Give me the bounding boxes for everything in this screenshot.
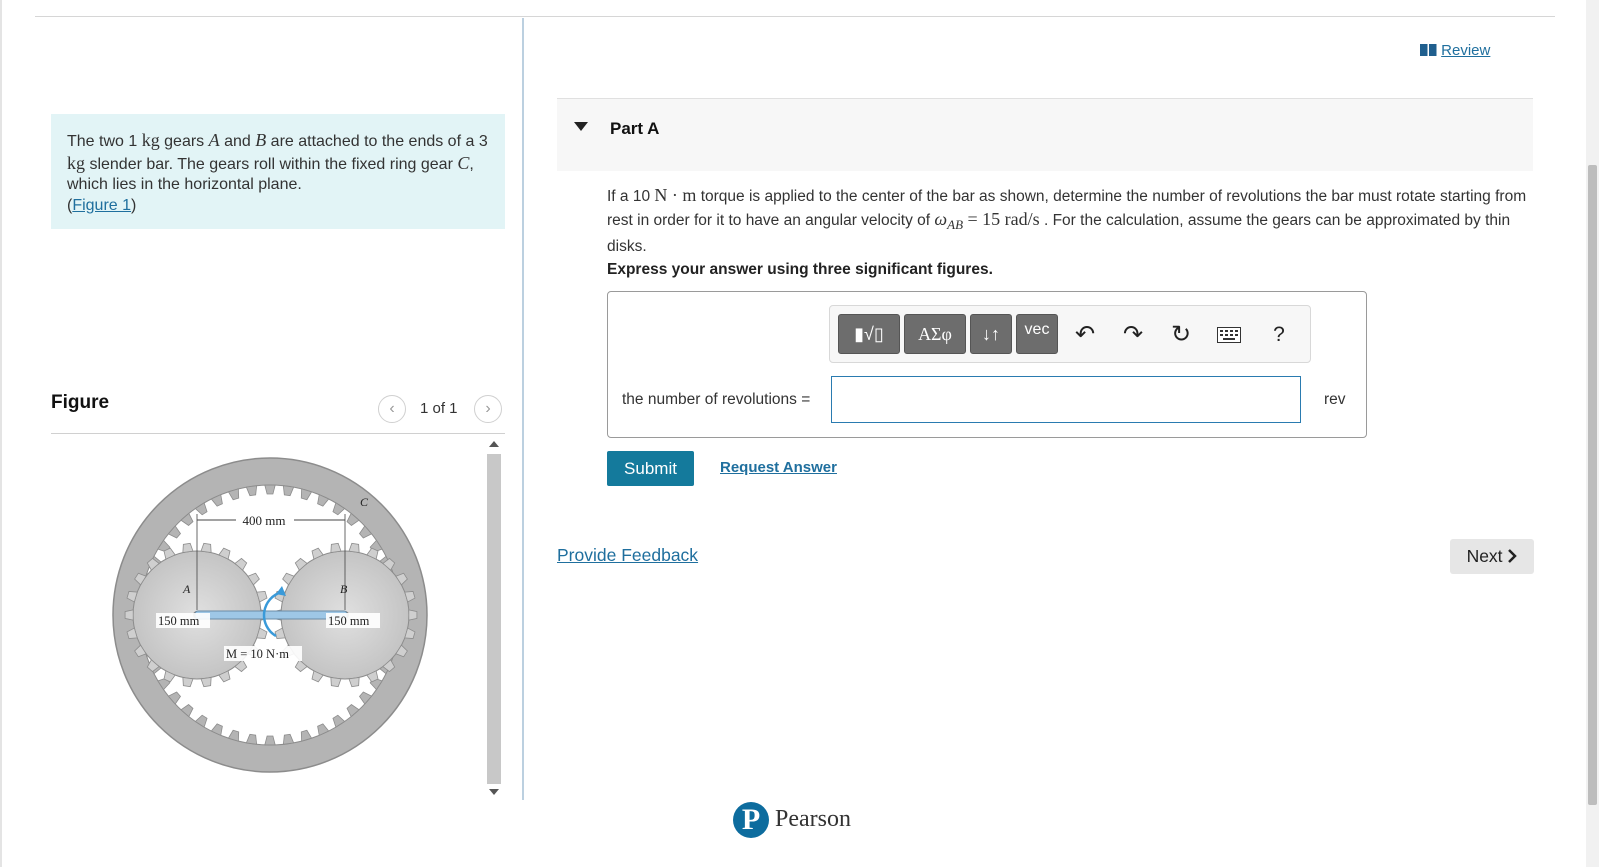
label-a: A: [182, 582, 191, 596]
scroll-down-icon[interactable]: [489, 789, 499, 795]
problem-text: slender bar. The gears roll within the f…: [85, 155, 458, 173]
vec-label: vec: [1024, 321, 1050, 338]
omega-subscript: AB: [947, 217, 964, 233]
dim-top-label: 400 mm: [243, 513, 286, 528]
question-part: If a 10: [607, 188, 655, 205]
problem-text: gears: [159, 133, 209, 150]
pearson-wordmark: Pearson: [775, 806, 851, 832]
gear-tooth: [408, 609, 418, 621]
collapse-caret-icon[interactable]: [574, 122, 588, 131]
gear-tooth: [264, 484, 276, 495]
unit-newton-meter: N · m: [654, 185, 697, 205]
redo-icon[interactable]: ↷: [1116, 318, 1150, 352]
chevron-left-icon: ‹: [389, 400, 395, 417]
moment-label: M = 10 N·m: [226, 647, 289, 661]
question-part: = 15: [963, 209, 1005, 229]
question-text: If a 10 N · m torque is applied to the c…: [607, 184, 1527, 258]
label-c: C: [360, 495, 369, 509]
problem-text: and: [219, 133, 256, 150]
gear-a-symbol: A: [208, 130, 220, 150]
figure-scrollbar[interactable]: [485, 438, 503, 800]
scrollbar-thumb[interactable]: [487, 454, 501, 784]
arrows-button[interactable]: ↓↑: [970, 314, 1012, 354]
left-edge: [0, 0, 2, 867]
templates-button[interactable]: ▮√▯: [838, 314, 900, 354]
help-button[interactable]: ?: [1262, 318, 1296, 352]
figure-count: 1 of 1: [420, 400, 458, 417]
undo-icon[interactable]: ↶: [1068, 318, 1102, 352]
omega-symbol: ω: [934, 209, 948, 229]
vec-button[interactable]: vec: [1016, 314, 1058, 354]
figure-title: Figure: [51, 392, 110, 413]
keyboard-icon[interactable]: [1212, 318, 1246, 352]
part-a-header[interactable]: [557, 98, 1533, 171]
paren: ): [131, 196, 137, 214]
figure-prev-button[interactable]: ‹: [378, 395, 406, 423]
unit-kg: kg: [141, 130, 160, 150]
problem-text: are attached to the ends of a 3: [266, 133, 488, 150]
top-divider: [35, 16, 1555, 17]
greek-button[interactable]: ΑΣφ: [904, 314, 966, 354]
answer-unit: rev: [1324, 391, 1346, 408]
figure-next-button[interactable]: ›: [474, 395, 502, 423]
label-b: B: [340, 582, 348, 596]
gear-tooth: [124, 609, 134, 621]
answer-input[interactable]: [831, 376, 1301, 423]
reset-icon[interactable]: ↻: [1164, 318, 1198, 352]
arrows-icon: ↓↑: [982, 324, 1000, 344]
gear-b-symbol: B: [255, 130, 267, 150]
provide-feedback-link[interactable]: Provide Feedback: [557, 545, 698, 566]
unit-kg: kg: [67, 152, 85, 173]
page-scrollbar-thumb[interactable]: [1588, 165, 1597, 805]
greek-icon: ΑΣφ: [918, 324, 952, 344]
figure-link[interactable]: Figure 1: [72, 197, 131, 214]
request-answer-link[interactable]: Request Answer: [720, 459, 837, 476]
part-a-title: Part A: [610, 119, 660, 138]
submit-button[interactable]: Submit: [607, 451, 694, 486]
chevron-right-icon: ›: [485, 400, 491, 417]
gear-figure: 400 mm A B C 150 mm 150 mm M = 10 N·m: [112, 457, 428, 773]
figure-divider: [51, 433, 505, 434]
chevron-right-icon: [1508, 549, 1518, 563]
instruction: Express your answer using three signific…: [607, 261, 993, 278]
slender-bar: [194, 610, 348, 620]
next-label: Next: [1466, 546, 1503, 566]
gear-c-symbol: C: [457, 152, 470, 173]
answer-label: the number of revolutions =: [622, 391, 811, 408]
math-toolbar: ▮√▯ ΑΣφ ↓↑ vec ↶ ↷ ↻ ?: [829, 305, 1311, 363]
templates-icon: ▮√▯: [854, 324, 884, 344]
page-scrollbar[interactable]: [1586, 0, 1599, 867]
dim-right-label: 150 mm: [328, 614, 370, 628]
problem-text: The two 1: [67, 133, 142, 150]
dim-left-label: 150 mm: [158, 614, 200, 628]
next-button[interactable]: Next: [1450, 539, 1534, 574]
gear-tooth: [264, 735, 276, 746]
unit-rad-per-s: rad/s: [1004, 209, 1040, 229]
book-icon: [1420, 44, 1437, 56]
problem-statement: The two 1 kg gears A and B are attached …: [51, 114, 505, 229]
pearson-p-icon: P: [733, 802, 769, 838]
review-label[interactable]: Review: [1441, 42, 1490, 59]
column-divider: [522, 18, 524, 800]
scroll-up-icon[interactable]: [489, 441, 499, 447]
review-link[interactable]: Review: [1420, 42, 1490, 59]
